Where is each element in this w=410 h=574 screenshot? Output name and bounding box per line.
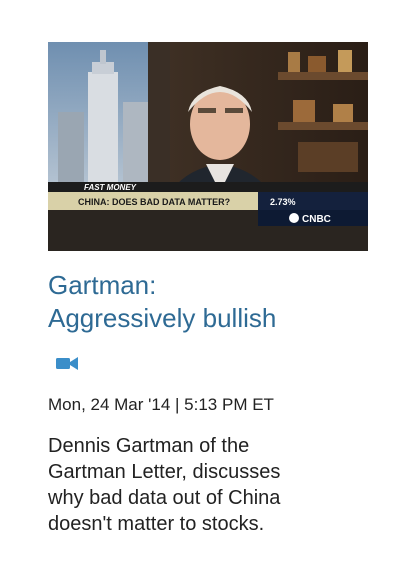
article-description: Dennis Gartman of the Gartman Letter, di…	[48, 433, 368, 537]
article-headline-link[interactable]: Gartman: Aggressively bullish	[48, 269, 388, 335]
article-dateline: Mon, 24 Mar '14 | 5:13 PM ET	[48, 395, 274, 414]
ticker-label: FAST MONEY	[84, 183, 137, 192]
description-line: why bad data out of China	[48, 487, 281, 509]
chyron-value: 2.73%	[270, 197, 296, 207]
headline-line-1: Gartman:	[48, 270, 157, 300]
network-label: CNBC	[302, 214, 331, 225]
description-line: Dennis Gartman of the	[48, 435, 250, 457]
description-line: Gartman Letter, discusses	[48, 461, 281, 483]
video-thumbnail[interactable]: FAST MONEY CHINA: DOES BAD DATA MATTER? …	[48, 42, 368, 251]
headline-line-2: Aggressively bullish	[48, 303, 277, 333]
chyron-text: CHINA: DOES BAD DATA MATTER?	[78, 197, 230, 207]
description-line: doesn't matter to stocks.	[48, 513, 265, 535]
video-camera-icon	[56, 357, 78, 370]
